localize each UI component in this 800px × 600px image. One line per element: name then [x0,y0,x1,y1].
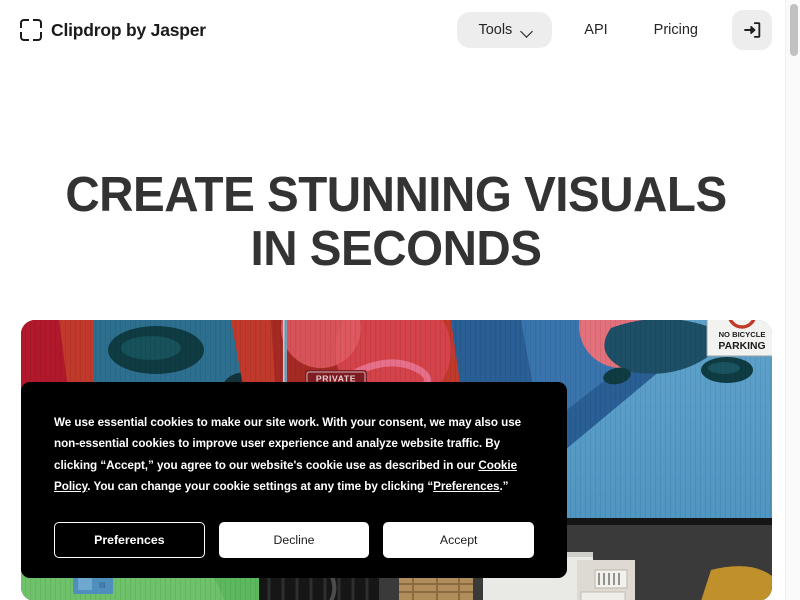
svg-text:NO BICYCLE: NO BICYCLE [719,330,766,339]
site-header: Clipdrop by Jasper Tools API Pricing [0,0,792,60]
chevron-down-icon [521,27,533,34]
preferences-link[interactable]: Preferences [433,480,499,493]
brackets-logo-icon [20,19,42,41]
main-navigation: Tools API Pricing [457,10,772,50]
headline-line-1: CREATE STUNNING VISUALS [65,168,727,222]
svg-text:▤: ▤ [99,582,106,589]
cookie-text-part-3: .” [499,479,509,493]
preferences-button[interactable]: Preferences [54,522,205,559]
nav-tools-label: Tools [478,22,513,38]
nav-item-pricing[interactable]: Pricing [640,12,712,48]
cookie-consent-banner: We use essential cookies to make our sit… [21,382,567,578]
headline-line-2: IN SECONDS [250,222,542,276]
page-title: CREATE STUNNING VISUALS IN SECONDS [12,168,780,276]
nav-item-tools[interactable]: Tools [457,12,553,48]
decline-button[interactable]: Decline [218,522,370,559]
cookie-text-part-2: . You can change your cookie settings at… [87,479,434,493]
sign-in-button[interactable] [732,10,772,50]
brand-name: Clipdrop by Jasper [51,19,206,40]
cookie-banner-actions: Preferences Decline Accept [54,522,535,559]
cookie-text-part-1: We use essential cookies to make our sit… [54,416,522,472]
svg-text:PARKING: PARKING [718,341,765,352]
sign-in-icon [744,22,761,38]
cookie-consent-text: We use essential cookies to make our sit… [54,412,534,497]
accept-button[interactable]: Accept [383,522,535,559]
vertical-scrollbar-track[interactable] [785,0,800,600]
no-bicycle-parking-sign: NO BICYCLE PARKING [706,320,772,357]
brand-logo[interactable]: Clipdrop by Jasper [20,19,206,41]
nav-item-api[interactable]: API [570,12,621,48]
vertical-scrollbar-thumb[interactable] [789,4,798,56]
